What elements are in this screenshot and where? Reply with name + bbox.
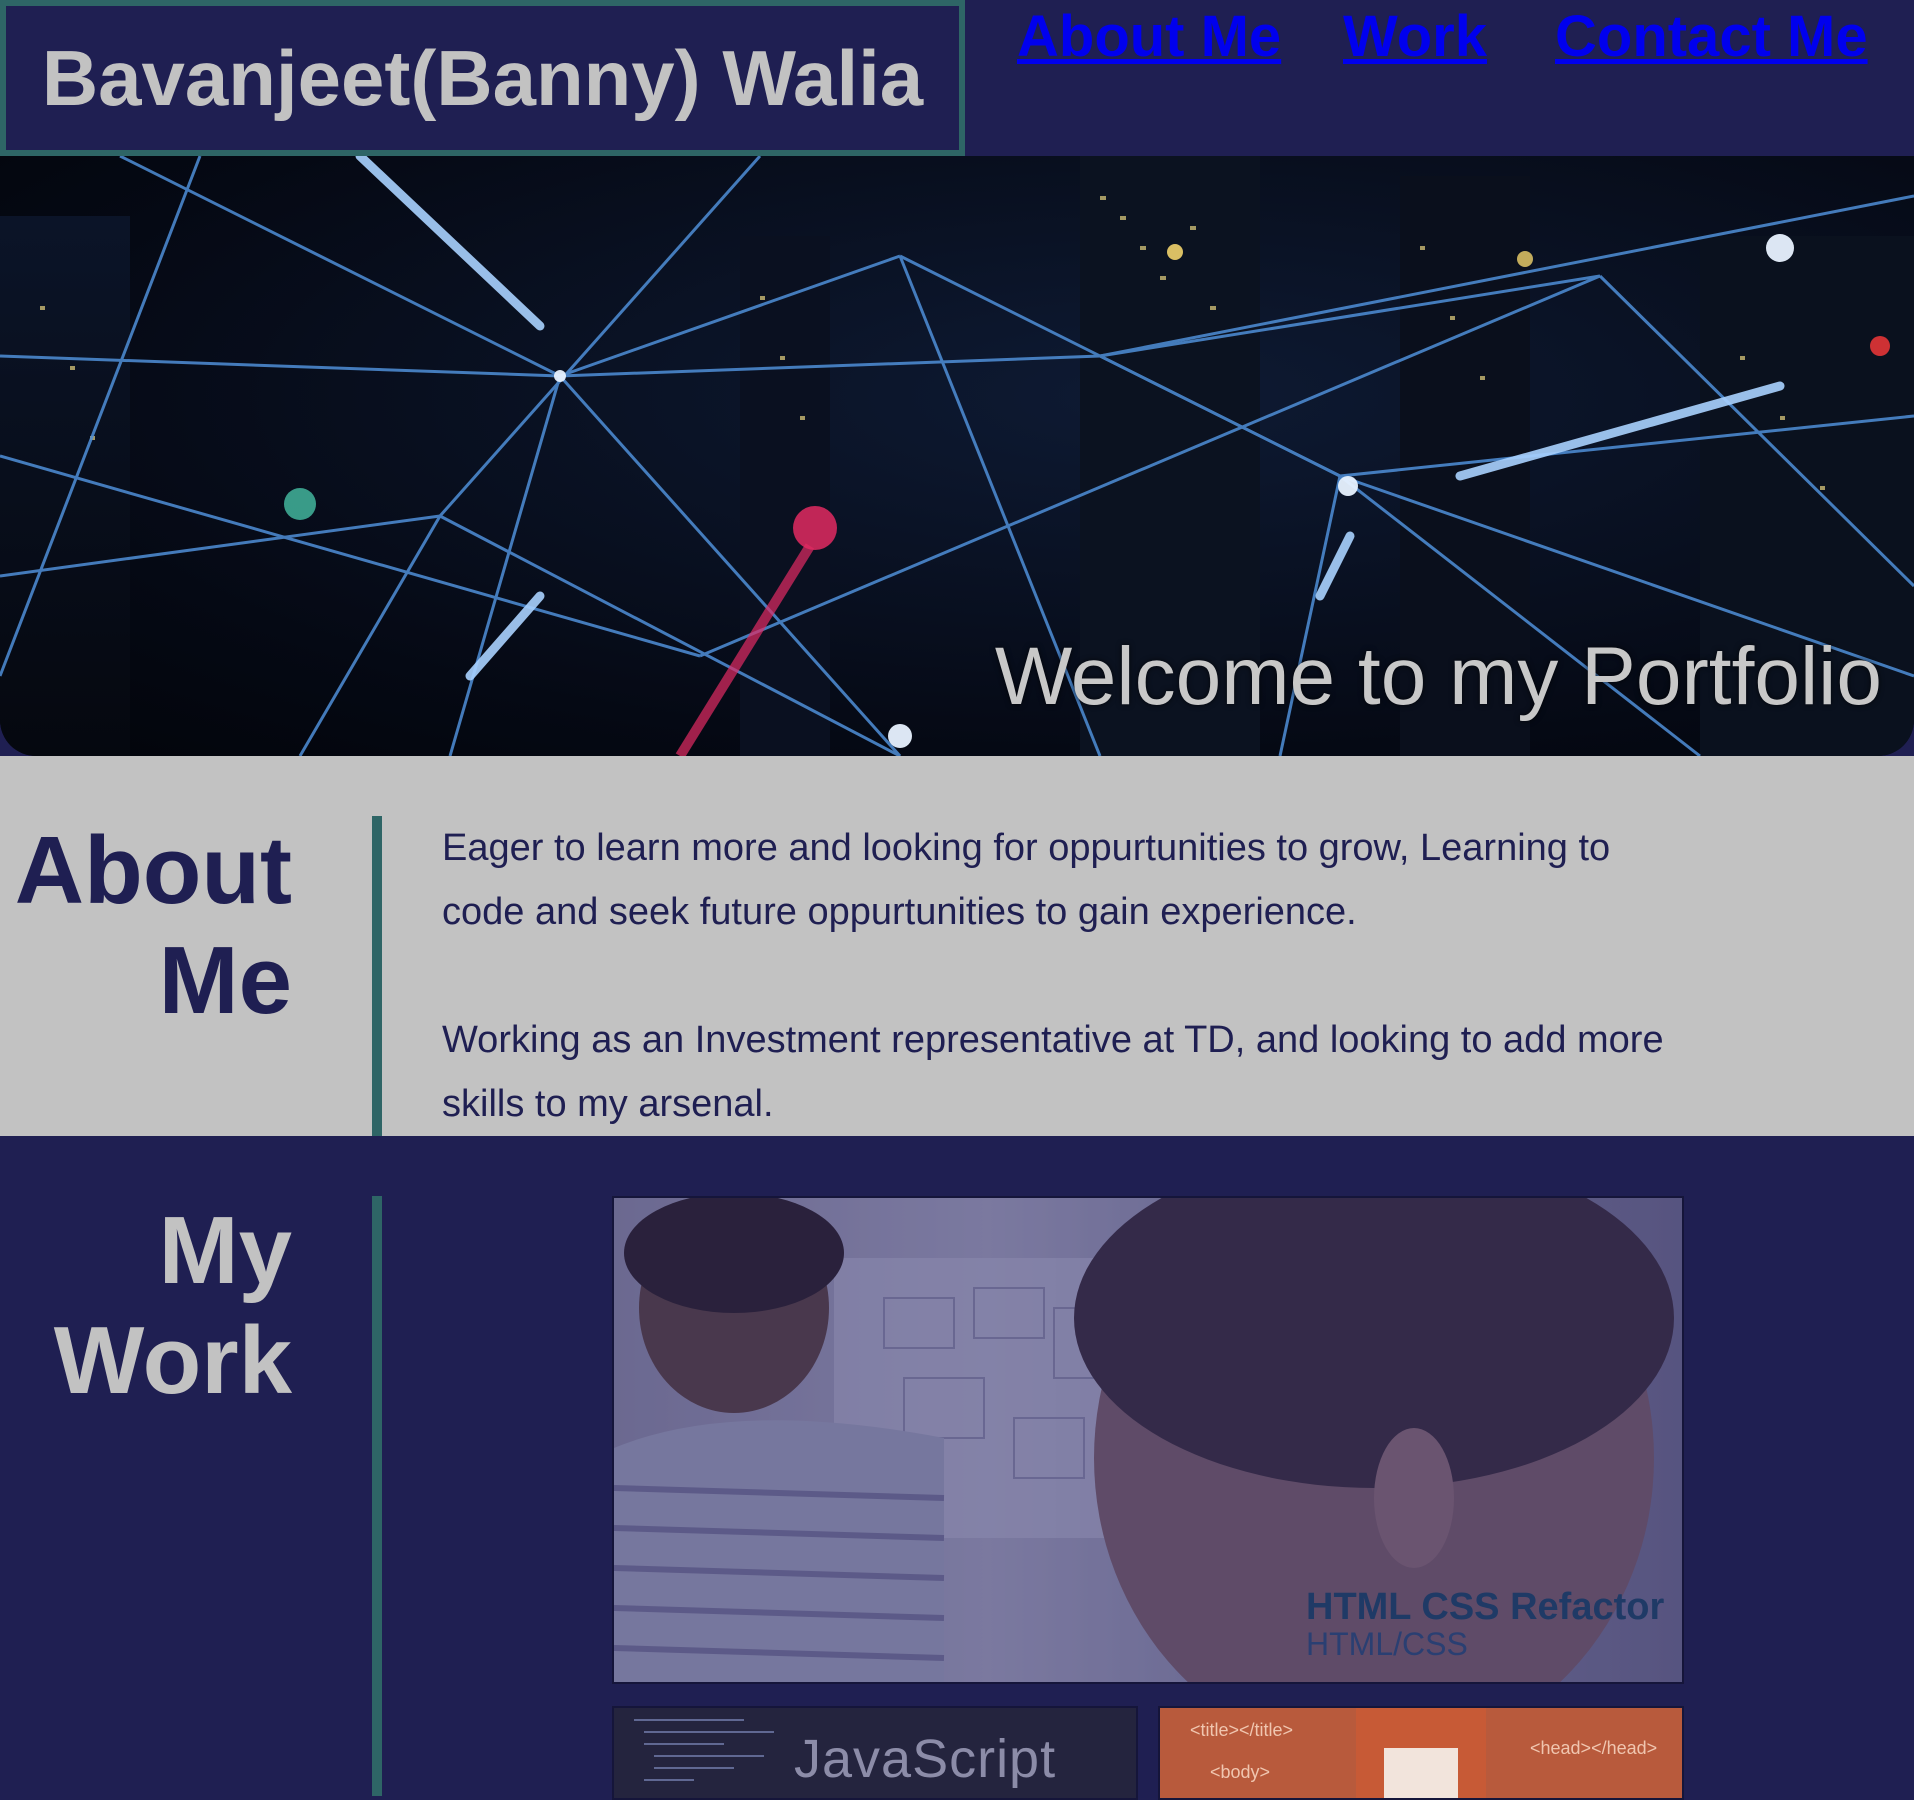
project-card-javascript[interactable]: JavaScript <box>612 1706 1138 1800</box>
html5-logo-icon <box>1356 1708 1486 1798</box>
hero-banner: Welcome to my Portfolio <box>0 156 1914 756</box>
work-section: My Work HTML CSS Refactor HTML/CSS JavaS… <box>0 1136 1914 1800</box>
html-tag-title: <title></title> <box>1190 1720 1294 1740</box>
about-section: About Me Eager to learn more and looking… <box>0 756 1914 1136</box>
work-divider <box>372 1196 382 1796</box>
work-heading: My Work <box>0 1196 292 1416</box>
project-tech: HTML/CSS <box>1306 1626 1468 1662</box>
about-paragraph: Eager to learn more and looking for oppu… <box>442 827 1611 933</box>
nav-link-about[interactable]: About Me <box>1017 2 1281 72</box>
code-snippet-image <box>634 1719 774 1781</box>
about-paragraph: Working as an Investment representative … <box>442 1019 1664 1125</box>
hero-caption: Welcome to my Portfolio <box>994 631 1882 722</box>
site-header: Bavanjeet(Banny) Walia About Me Work Con… <box>0 0 1914 156</box>
site-title: Bavanjeet(Banny) Walia <box>0 0 965 156</box>
about-heading-line-2: Me <box>158 927 292 1034</box>
project-title: HTML CSS Refactor <box>1306 1586 1665 1628</box>
work-heading-line-2: Work <box>53 1307 292 1414</box>
nav-link-work[interactable]: Work <box>1343 2 1487 72</box>
project-card-html[interactable]: <title></title> <head></head> <body> <box>1158 1706 1684 1800</box>
nav-link-contact[interactable]: Contact Me <box>1555 2 1868 72</box>
project-card-html-css-refactor[interactable]: HTML CSS Refactor HTML/CSS <box>612 1196 1684 1684</box>
work-heading-line-1: My <box>158 1197 292 1304</box>
html-tag-head: <head></head> <box>1530 1738 1658 1758</box>
about-divider <box>372 816 382 1136</box>
about-heading-line-1: About <box>14 817 292 924</box>
html-tag-body: <body> <box>1210 1762 1271 1782</box>
project-label-javascript: JavaScript <box>794 1729 1057 1789</box>
about-heading: About Me <box>0 816 292 1036</box>
